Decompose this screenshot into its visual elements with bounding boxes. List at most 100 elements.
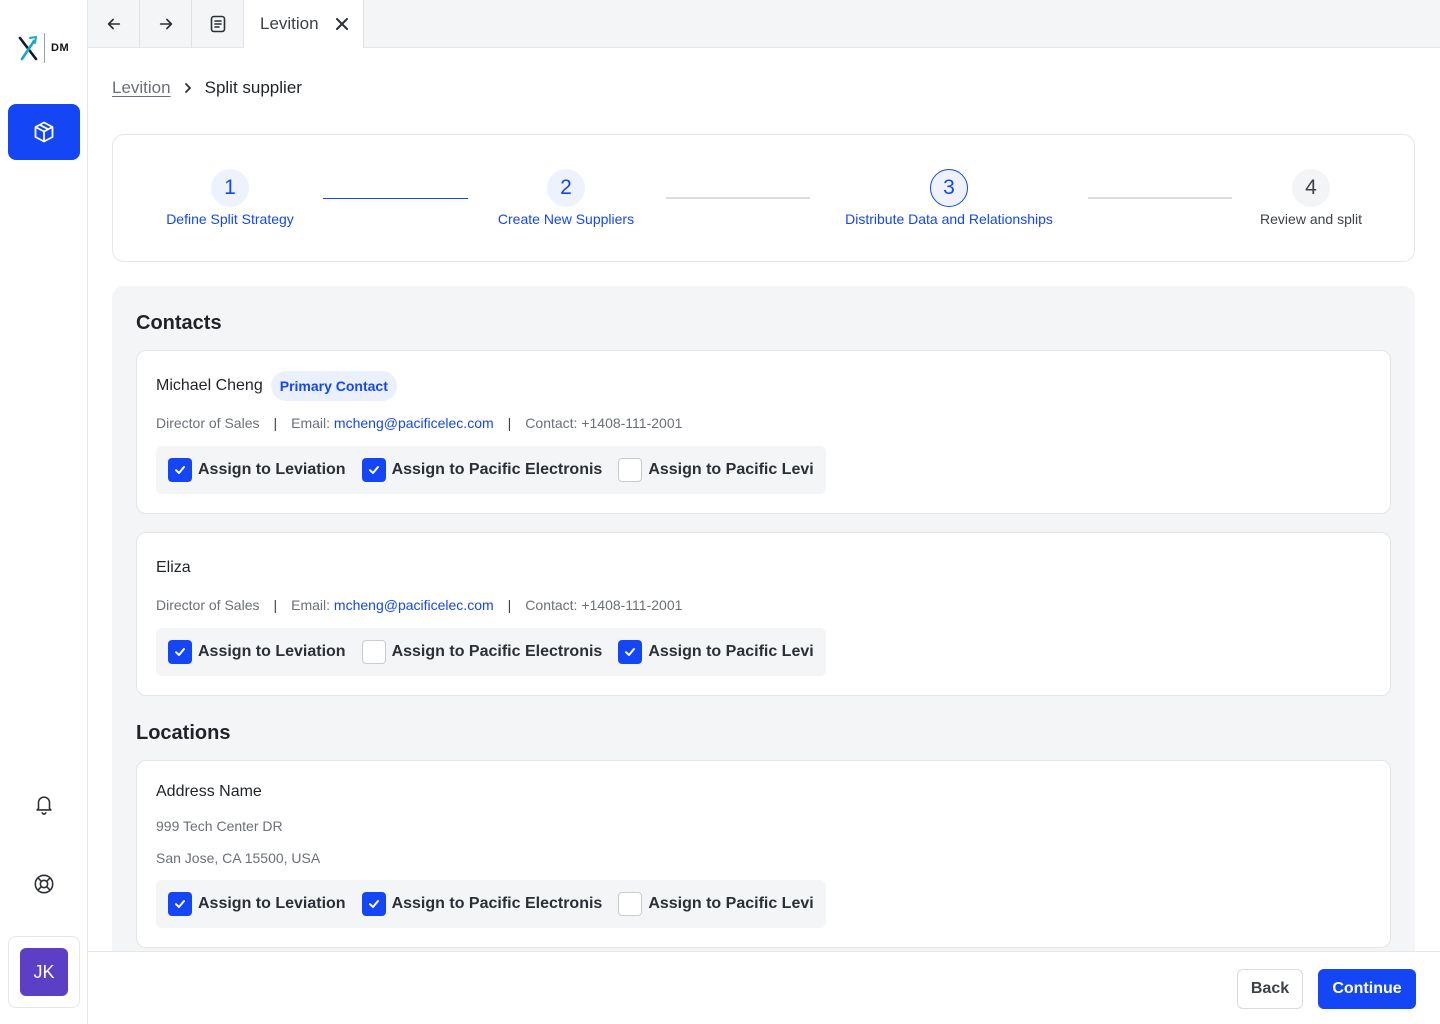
- check-icon: [368, 900, 379, 908]
- step-3-label: Distribute Data and Relationships: [845, 211, 1053, 227]
- assign-label: Assign to Leviation: [198, 461, 346, 478]
- step-2-label: Create New Suppliers: [497, 211, 635, 227]
- assign-label: Assign to Leviation: [198, 895, 346, 912]
- contact-name-row: Michael Cheng Primary Contact: [156, 371, 397, 401]
- assign-label: Assign to Pacific Electronis: [391, 643, 603, 660]
- step-4[interactable]: 4 Review and split: [1249, 169, 1373, 227]
- logo-divider: [44, 33, 45, 63]
- assign-label: Assign to Leviation: [198, 643, 346, 660]
- assign-label: Assign to Pacific Electronis: [391, 895, 603, 912]
- tab-label: Levition: [260, 14, 319, 33]
- step-1[interactable]: 1 Define Split Strategy: [160, 169, 300, 227]
- step-connector-1: [323, 198, 468, 199]
- notifications-button[interactable]: [28, 788, 60, 820]
- assign-group: Assign to Leviation Assign to Pacific El…: [156, 880, 826, 928]
- split-stepper: 1 Define Split Strategy 2 Create New Sup…: [112, 134, 1415, 262]
- step-4-number: 4: [1292, 169, 1330, 207]
- assign-leviation-checkbox[interactable]: Assign to Leviation: [168, 892, 346, 916]
- checkbox-checked[interactable]: [168, 458, 192, 482]
- contact-email-link[interactable]: mcheng@pacificelec.com: [334, 597, 494, 613]
- close-icon[interactable]: [335, 17, 349, 31]
- continue-button[interactable]: Continue: [1318, 969, 1416, 1009]
- assign-pacific-electronis-checkbox[interactable]: Assign to Pacific Electronis: [361, 458, 602, 482]
- checkbox-checked[interactable]: [361, 892, 386, 916]
- location-name-row: Address Name: [156, 783, 262, 801]
- lifebuoy-icon: [34, 874, 54, 894]
- breadcrumb-current: Split supplier: [204, 78, 302, 97]
- arrow-left-icon: [107, 18, 120, 30]
- assign-group: Assign to Leviation Assign to Pacific El…: [156, 446, 826, 494]
- x-logo-icon: [18, 36, 38, 61]
- contact-role: Director of Sales: [156, 415, 260, 431]
- assign-pacific-electronis-checkbox[interactable]: Assign to Pacific Electronis: [361, 892, 603, 916]
- assign-label: Assign to Pacific Levi: [648, 461, 814, 478]
- meta-separator: |: [507, 597, 512, 613]
- help-button[interactable]: [28, 868, 60, 900]
- user-menu[interactable]: JK: [8, 936, 80, 1008]
- check-icon: [368, 466, 379, 474]
- assign-pacific-levi-checkbox[interactable]: Assign to Pacific Levi: [618, 892, 814, 916]
- address-line-2: San Jose, CA 15500, USA: [156, 850, 321, 866]
- distribution-panel: Contacts Michael Cheng Primary Contact D…: [112, 286, 1415, 966]
- location-name: Address Name: [156, 783, 262, 800]
- breadcrumb: Levition Split supplier: [112, 78, 302, 98]
- checkbox-checked[interactable]: [361, 458, 386, 482]
- footer-actions: Back Continue: [88, 951, 1440, 1024]
- contact-meta: Director of Sales | Email: mcheng@pacifi…: [156, 415, 682, 431]
- contact-card: Eliza Director of Sales | Email: mcheng@…: [136, 532, 1391, 696]
- checkbox-unchecked[interactable]: [618, 458, 643, 482]
- contact-card: Michael Cheng Primary Contact Director o…: [136, 350, 1391, 514]
- cube-icon: [34, 121, 54, 143]
- chevron-right-icon: [184, 83, 191, 93]
- checkbox-checked[interactable]: [168, 892, 192, 916]
- primary-contact-badge: Primary Contact: [270, 371, 397, 401]
- assign-leviation-checkbox[interactable]: Assign to Leviation: [168, 458, 346, 482]
- breadcrumb-parent-link[interactable]: Levition: [112, 78, 171, 98]
- nav-suppliers-button[interactable]: [8, 104, 80, 160]
- tab-bar: Levition: [88, 0, 1440, 48]
- contact-name: Eliza: [156, 559, 191, 576]
- email-label: Email:: [291, 415, 331, 431]
- contact-meta: Director of Sales | Email: mcheng@pacifi…: [156, 597, 682, 613]
- assign-pacific-levi-checkbox[interactable]: Assign to Pacific Levi: [618, 458, 814, 482]
- check-icon: [175, 466, 185, 474]
- arrow-right-icon: [159, 18, 172, 30]
- locations-title: Locations: [136, 722, 231, 744]
- avatar: JK: [20, 948, 68, 996]
- checkbox-unchecked[interactable]: [361, 640, 386, 664]
- contact-email-link[interactable]: mcheng@pacificelec.com: [334, 415, 494, 431]
- assign-leviation-checkbox[interactable]: Assign to Leviation: [168, 640, 346, 664]
- assign-pacific-levi-checkbox[interactable]: Assign to Pacific Levi: [618, 640, 814, 664]
- step-3[interactable]: 3 Distribute Data and Relationships: [823, 169, 1075, 227]
- contacts-title: Contacts: [136, 312, 222, 334]
- app-logo[interactable]: DM: [18, 32, 74, 64]
- back-nav-button[interactable]: [88, 0, 140, 48]
- back-button[interactable]: Back: [1237, 969, 1303, 1009]
- app-root: DM JK Levition Levition Split supplier 1…: [0, 0, 1440, 1024]
- contact-phone: Contact: +1408-111-2001: [525, 415, 683, 431]
- assign-label: Assign to Pacific Levi: [648, 895, 814, 912]
- step-4-label: Review and split: [1260, 211, 1362, 227]
- meta-separator: |: [273, 597, 278, 613]
- step-2[interactable]: 2 Create New Suppliers: [486, 169, 646, 227]
- checkbox-checked[interactable]: [168, 640, 192, 664]
- step-1-number: 1: [211, 169, 249, 207]
- contact-name-row: Eliza: [156, 559, 191, 577]
- step-2-number: 2: [547, 169, 585, 207]
- document-icon: [210, 15, 225, 33]
- tab-levition[interactable]: Levition: [244, 0, 364, 48]
- check-icon: [175, 900, 185, 908]
- bell-icon: [36, 796, 52, 815]
- sidebar: DM JK: [0, 0, 88, 1024]
- location-card: Address Name 999 Tech Center DR San Jose…: [136, 760, 1391, 948]
- assign-pacific-electronis-checkbox[interactable]: Assign to Pacific Electronis: [361, 640, 603, 664]
- step-connector-3: [1088, 197, 1232, 199]
- step-1-label: Define Split Strategy: [166, 211, 294, 227]
- checkbox-checked[interactable]: [618, 640, 643, 664]
- contact-phone: Contact: +1408-111-2001: [525, 597, 683, 613]
- document-tab-button[interactable]: [192, 0, 244, 48]
- checkbox-unchecked[interactable]: [618, 892, 643, 916]
- assign-group: Assign to Leviation Assign to Pacific El…: [156, 628, 826, 676]
- forward-nav-button[interactable]: [140, 0, 192, 48]
- assign-label: Assign to Pacific Levi: [648, 643, 814, 660]
